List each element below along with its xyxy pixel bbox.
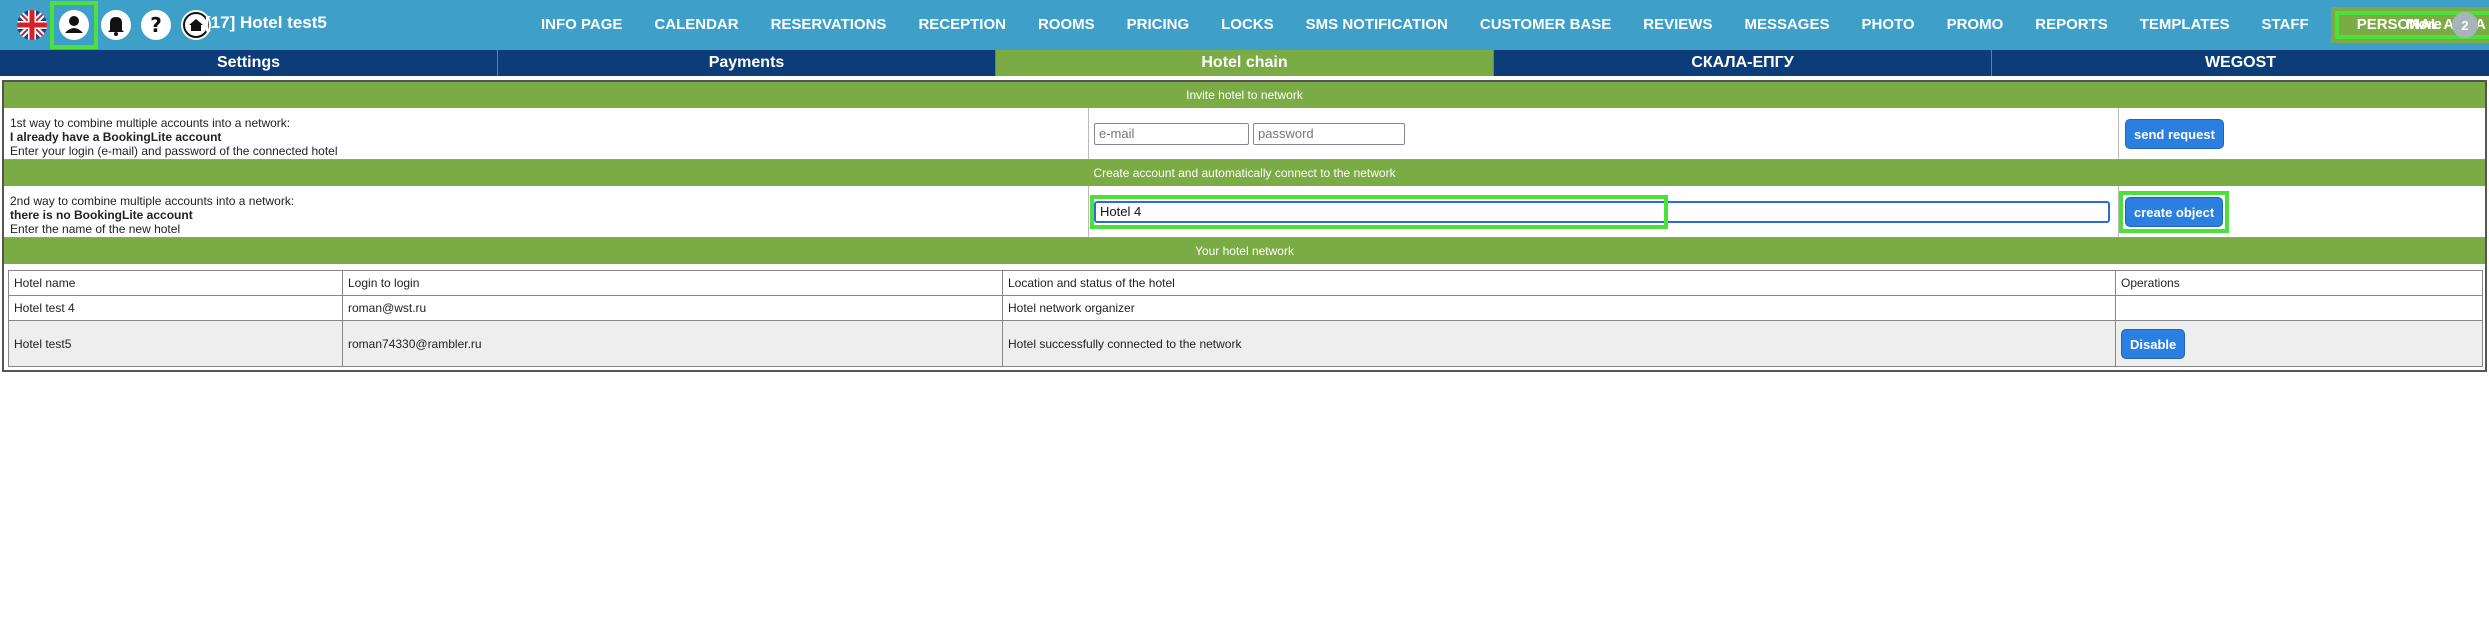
nav-reviews[interactable]: REVIEWS — [1627, 0, 1728, 50]
top-bar: ? [17] Hotel test5 INFO PAGE CALENDAR RE… — [0, 0, 2489, 50]
cell-operations — [2115, 295, 2483, 321]
password-field[interactable] — [1253, 122, 1405, 145]
bell-icon[interactable] — [98, 7, 134, 43]
nav-photo[interactable]: PHOTO — [1845, 0, 1930, 50]
col-hotel-name: Hotel name — [8, 270, 343, 296]
hotel-name-wrap — [1090, 194, 2110, 229]
create-action: create object — [2118, 186, 2485, 237]
nav-locks[interactable]: LOCKS — [1205, 0, 1290, 50]
nav-staff[interactable]: STAFF — [2245, 0, 2324, 50]
sub-tabs: Settings Payments Hotel chain СКАЛА-ЕПГУ… — [0, 50, 2489, 76]
uk-flag-icon[interactable] — [14, 7, 50, 43]
invite-line-3: Enter your login (e-mail) and password o… — [10, 144, 338, 158]
tab-payments[interactable]: Payments — [498, 50, 996, 76]
nav-templates[interactable]: TEMPLATES — [2124, 0, 2246, 50]
create-line-3: Enter the name of the new hotel — [10, 222, 181, 236]
nav-calendar[interactable]: CALENDAR — [638, 0, 754, 50]
cell-login: roman74330@rambler.ru — [342, 320, 1003, 367]
invite-row: 1st way to combine multiple accounts int… — [4, 108, 2485, 160]
table-row: Hotel test5 roman74330@rambler.ru Hotel … — [8, 320, 2483, 367]
nav-rooms[interactable]: ROOMS — [1022, 0, 1111, 50]
svg-text:?: ? — [150, 13, 162, 37]
top-icons: ? — [14, 1, 214, 49]
network-section-header: Your hotel network — [4, 238, 2485, 264]
col-login: Login to login — [342, 270, 1003, 296]
notification-badge[interactable]: 2 — [2452, 12, 2478, 38]
email-field[interactable] — [1094, 122, 1249, 145]
tab-hotel-chain[interactable]: Hotel chain — [996, 50, 1494, 76]
hotel-name-input[interactable] — [1094, 200, 2110, 223]
create-section-header: Create account and automatically connect… — [4, 160, 2485, 186]
create-line-2: there is no BookingLite account — [10, 208, 193, 222]
col-operations: Operations — [2115, 270, 2483, 296]
nav-sms-notification[interactable]: SMS NOTIFICATION — [1290, 0, 1464, 50]
invite-inputs — [1089, 108, 2119, 159]
table-header-row: Hotel name Login to login Location and s… — [8, 270, 2483, 296]
cell-status: Hotel network organizer — [1002, 295, 2116, 321]
hotel-chain-panel: Invite hotel to network 1st way to combi… — [2, 80, 2487, 372]
create-row: 2nd way to combine multiple accounts int… — [4, 186, 2485, 238]
user-icon[interactable] — [50, 1, 98, 49]
create-object-button[interactable]: create object — [2125, 196, 2224, 227]
nav-reservations[interactable]: RESERVATIONS — [755, 0, 903, 50]
create-object-highlight: create object — [2118, 190, 2230, 233]
hotel-title[interactable]: [17] Hotel test5 — [205, 13, 327, 33]
tab-skala-epgu[interactable]: СКАЛА-ЕПГУ — [1494, 50, 1992, 76]
create-description: 2nd way to combine multiple accounts int… — [4, 186, 1089, 237]
nav-promo[interactable]: PROMO — [1931, 0, 2020, 50]
create-inputs — [1089, 186, 2119, 237]
nav-messages[interactable]: MESSAGES — [1728, 0, 1845, 50]
nav-reports[interactable]: REPORTS — [2019, 0, 2124, 50]
invite-description: 1st way to combine multiple accounts int… — [4, 108, 1089, 159]
main-nav: INFO PAGE CALENDAR RESERVATIONS RECEPTIO… — [525, 0, 2489, 50]
more-menu[interactable]: More — [2406, 16, 2442, 33]
nav-pricing[interactable]: PRICING — [1111, 0, 1206, 50]
invite-line-2: I already have a BookingLite account — [10, 130, 222, 144]
nav-customer-base[interactable]: CUSTOMER BASE — [1464, 0, 1627, 50]
hotel-network-table: Hotel name Login to login Location and s… — [8, 270, 2483, 367]
cell-hotel-name: Hotel test 4 — [8, 295, 343, 321]
nav-info-page[interactable]: INFO PAGE — [525, 0, 638, 50]
cell-login: roman@wst.ru — [342, 295, 1003, 321]
cell-operations: Disable — [2115, 320, 2483, 367]
send-request-button[interactable]: send request — [2125, 118, 2224, 149]
tab-settings[interactable]: Settings — [0, 50, 498, 76]
table-row: Hotel test 4 roman@wst.ru Hotel network … — [8, 295, 2483, 321]
disable-button[interactable]: Disable — [2121, 328, 2186, 359]
invite-line-1: 1st way to combine multiple accounts int… — [10, 116, 291, 130]
col-location-status: Location and status of the hotel — [1002, 270, 2116, 296]
cell-status: Hotel successfully connected to the netw… — [1002, 320, 2116, 367]
invite-action: send request — [2119, 108, 2485, 159]
create-line-1: 2nd way to combine multiple accounts int… — [10, 194, 295, 208]
help-icon[interactable]: ? — [138, 7, 174, 43]
cell-hotel-name: Hotel test5 — [8, 320, 343, 367]
tab-wegost[interactable]: WEGOST — [1992, 50, 2489, 76]
nav-reception[interactable]: RECEPTION — [902, 0, 1022, 50]
invite-section-header: Invite hotel to network — [4, 82, 2485, 108]
